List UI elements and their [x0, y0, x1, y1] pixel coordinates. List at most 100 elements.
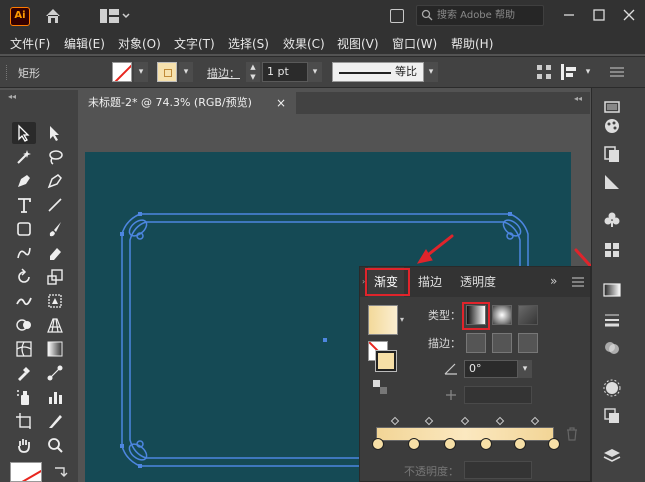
stroke-label[interactable]: 描边： — [207, 65, 240, 81]
color-guide-icon[interactable] — [598, 142, 626, 166]
menu-type[interactable]: 文字(T) — [174, 35, 215, 52]
freeform-gradient-button[interactable] — [518, 305, 538, 325]
stroke-profile-chevron-icon[interactable]: ▾ — [424, 62, 438, 82]
tools-collapse-icon[interactable]: ◂◂ — [8, 92, 16, 101]
dock-collapse-icon[interactable]: ◂◂ — [574, 94, 582, 103]
gradient-preview-swatch[interactable] — [368, 305, 398, 335]
fill-dropdown-chevron-icon[interactable]: ▾ — [134, 62, 148, 82]
document-tab[interactable]: 未标题-2* @ 74.3% (RGB/预览) × — [78, 92, 296, 114]
gradient-midpoint[interactable] — [424, 416, 434, 426]
gradient-stop[interactable] — [548, 438, 560, 450]
gradient-stop[interactable] — [514, 438, 526, 450]
menu-object[interactable]: 对象(O) — [118, 35, 161, 52]
close-window-icon[interactable] — [618, 5, 640, 25]
minimize-icon[interactable] — [558, 5, 580, 25]
hand-tool-icon[interactable] — [12, 434, 36, 456]
warp-tool-icon[interactable] — [12, 290, 36, 312]
gradient-midpoint[interactable] — [460, 416, 470, 426]
stroke-weight-chevron-icon[interactable]: ▾ — [308, 62, 322, 82]
gradient-tool-icon[interactable] — [43, 338, 67, 360]
delete-stop-icon[interactable] — [566, 427, 578, 441]
menu-window[interactable]: 窗口(W) — [392, 35, 437, 52]
fill-color-tool-swatch[interactable] — [10, 462, 42, 482]
angle-chevron-icon[interactable]: ▾ — [518, 360, 532, 378]
swatches-icon[interactable] — [598, 170, 626, 194]
stroke-profile-select[interactable]: 等比 — [332, 62, 424, 82]
menu-select[interactable]: 选择(S) — [228, 35, 269, 52]
stroke-within-button[interactable] — [466, 333, 486, 353]
menu-help[interactable]: 帮助(H) — [451, 35, 493, 52]
symbol-sprayer-tool-icon[interactable] — [12, 386, 36, 408]
reverse-gradient-icon[interactable] — [372, 379, 388, 395]
stroke-panel-icon[interactable] — [598, 308, 626, 332]
gradient-midpoint[interactable] — [530, 416, 540, 426]
gradient-midpoint[interactable] — [495, 416, 505, 426]
menu-edit[interactable]: 编辑(E) — [64, 35, 105, 52]
color-palette-icon[interactable] — [598, 114, 626, 138]
line-segment-tool-icon[interactable] — [43, 194, 67, 216]
mesh-tool-icon[interactable] — [12, 338, 36, 360]
stroke-across-button[interactable] — [518, 333, 538, 353]
brushes-grid-icon[interactable] — [598, 238, 626, 262]
symbols-icon[interactable] — [598, 208, 626, 232]
help-search-input[interactable]: 搜索 Adobe 帮助 — [416, 5, 544, 26]
lasso-tool-icon[interactable] — [43, 146, 67, 168]
stroke-along-button[interactable] — [492, 333, 512, 353]
pen-tool-icon[interactable] — [12, 170, 36, 192]
gradient-stop[interactable] — [444, 438, 456, 450]
slice-tool-icon[interactable] — [43, 410, 67, 432]
transform-panel-icon[interactable] — [560, 63, 580, 81]
control-bar-menu-icon[interactable] — [610, 66, 624, 78]
gradient-slider[interactable] — [376, 427, 554, 441]
zoom-tool-icon[interactable] — [43, 434, 67, 456]
perspective-grid-tool-icon[interactable] — [43, 314, 67, 336]
radial-gradient-button[interactable] — [492, 305, 512, 325]
column-graph-tool-icon[interactable] — [43, 386, 67, 408]
menu-view[interactable]: 视图(V) — [337, 35, 379, 52]
shaper-tool-icon[interactable] — [12, 242, 36, 264]
stroke-indicator[interactable] — [375, 350, 397, 372]
direct-selection-tool-icon[interactable] — [43, 122, 67, 144]
workspace-switcher-icon[interactable] — [100, 9, 130, 23]
menu-effect[interactable]: 效果(C) — [283, 35, 325, 52]
selection-tool-icon[interactable] — [12, 122, 36, 144]
home-icon[interactable] — [44, 7, 62, 25]
gradient-preset-chevron-icon[interactable]: ▾ — [400, 315, 404, 324]
align-grid-icon[interactable] — [536, 64, 552, 80]
tab-transparency[interactable]: 透明度 — [454, 267, 502, 297]
angle-input[interactable]: 0° — [464, 360, 518, 378]
layers-panel-icon[interactable] — [598, 444, 626, 468]
scale-tool-icon[interactable] — [43, 266, 67, 288]
stroke-swatch[interactable] — [157, 62, 177, 82]
stroke-dropdown-chevron-icon[interactable]: ▾ — [179, 62, 193, 82]
transparency-panel-icon[interactable] — [598, 336, 626, 360]
panel-menu-icon[interactable] — [572, 277, 584, 287]
stroke-weight-input[interactable]: 1 pt — [262, 62, 308, 82]
gradient-stop[interactable] — [372, 438, 384, 450]
free-transform-tool-icon[interactable] — [43, 290, 67, 312]
tab-stroke[interactable]: 描边 — [412, 267, 448, 297]
stroke-weight-stepper[interactable]: ▲ ▼ — [246, 62, 260, 82]
control-bar-grip[interactable] — [6, 65, 9, 80]
fill-swatch[interactable] — [112, 62, 132, 82]
swap-fill-stroke-icon[interactable] — [52, 464, 68, 480]
gradient-stop[interactable] — [408, 438, 420, 450]
appearance-panel-icon[interactable] — [598, 376, 626, 400]
transform-chevron-icon[interactable]: ▾ — [581, 62, 595, 82]
rectangle-tool-icon[interactable] — [12, 218, 36, 240]
gradient-panel-icon[interactable] — [598, 278, 626, 302]
panel-expand-icon[interactable]: » — [550, 274, 557, 288]
menu-file[interactable]: 文件(F) — [10, 35, 50, 52]
curvature-tool-icon[interactable] — [43, 170, 67, 192]
gradient-stop[interactable] — [480, 438, 492, 450]
arrange-documents-icon[interactable] — [390, 9, 404, 23]
rotate-tool-icon[interactable] — [12, 266, 36, 288]
maximize-icon[interactable] — [588, 5, 610, 25]
type-tool-icon[interactable] — [12, 194, 36, 216]
eraser-tool-icon[interactable] — [43, 242, 67, 264]
close-tab-icon[interactable]: × — [276, 92, 286, 114]
eyedropper-tool-icon[interactable] — [12, 362, 36, 384]
artboard-tool-icon[interactable] — [12, 410, 36, 432]
paintbrush-tool-icon[interactable] — [43, 218, 67, 240]
graphic-styles-icon[interactable] — [598, 404, 626, 428]
